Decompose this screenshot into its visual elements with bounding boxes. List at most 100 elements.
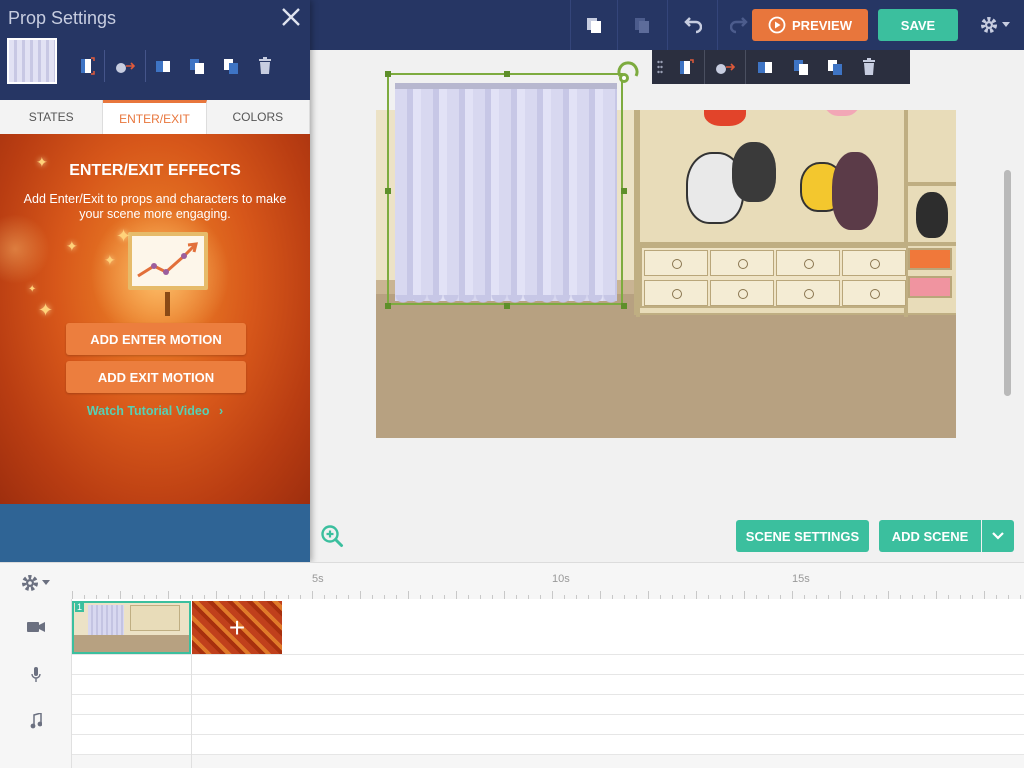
bring-forward-button[interactable] (784, 50, 818, 84)
swap-prop-button[interactable] (668, 50, 704, 84)
resize-handle[interactable] (385, 303, 391, 309)
add-motion-button[interactable] (105, 46, 145, 86)
plus-icon: + (228, 611, 246, 643)
add-scene-tile[interactable]: + (192, 601, 282, 654)
growth-chart-sign-illustration (128, 232, 208, 290)
resize-handle[interactable] (621, 188, 627, 194)
prop-thumbnail (7, 38, 57, 84)
scrollbar-thumb[interactable] (1004, 170, 1011, 396)
ruler-tick (648, 591, 649, 599)
toolbar-divider (570, 0, 571, 50)
flip-button[interactable] (746, 50, 784, 84)
bring-forward-button[interactable] (180, 46, 214, 86)
selected-curtain-prop[interactable] (385, 71, 627, 309)
copy-icon (587, 18, 601, 33)
ruler-tick (504, 591, 505, 599)
add-motion-button[interactable] (705, 50, 745, 84)
time-ruler[interactable]: 5s 10s 15s (72, 563, 1024, 599)
asset-library-edge (958, 50, 1024, 394)
layer-forward-icon (794, 60, 808, 75)
music-track[interactable] (72, 715, 1024, 735)
tab-enter-exit[interactable]: ENTER/EXIT (103, 100, 207, 134)
redo-icon (730, 17, 748, 34)
timeline-settings-button[interactable] (20, 573, 54, 593)
swap-icon (81, 57, 95, 75)
add-exit-motion-button[interactable]: ADD EXIT MOTION (66, 361, 246, 393)
save-button[interactable]: SAVE (878, 9, 958, 41)
music-note-icon (26, 711, 46, 731)
ruler-tick (840, 591, 841, 599)
floor (376, 294, 956, 438)
flip-icon (758, 62, 772, 73)
preview-label: PREVIEW (792, 17, 852, 33)
hanging-coat (832, 152, 878, 230)
scene-settings-button[interactable]: SCENE SETTINGS (736, 520, 869, 552)
watch-tutorial-link[interactable]: Watch Tutorial Video › (0, 404, 310, 418)
tick-label-10s: 10s (552, 573, 570, 585)
video-camera-icon (26, 617, 46, 637)
preview-button[interactable]: PREVIEW (752, 9, 868, 41)
add-enter-motion-button[interactable]: ADD ENTER MOTION (66, 323, 246, 355)
toolbar-divider (617, 0, 618, 50)
tab-colors[interactable]: COLORS (207, 100, 310, 134)
undo-button[interactable] (672, 0, 712, 50)
asset-scrollbar[interactable] (1004, 170, 1011, 396)
sparkle-icon: ✦ (36, 154, 48, 170)
drawer-cabinet (640, 246, 908, 308)
prop-settings-panel: Prop Settings STATES ENTER/EXIT COLORS E… (0, 0, 310, 562)
toolbar-divider (667, 0, 668, 50)
chevron-down-icon (992, 532, 1004, 540)
delete-prop-button[interactable] (248, 46, 282, 86)
copy-button[interactable] (574, 0, 614, 50)
undo-icon (684, 17, 702, 34)
music-track[interactable] (72, 695, 1024, 715)
ruler-tick (888, 591, 889, 599)
layer-backward-icon (828, 60, 842, 75)
ruler-tick (744, 591, 745, 599)
voice-track[interactable] (72, 675, 1024, 695)
pink-dress (822, 110, 862, 116)
resize-handle[interactable] (385, 188, 391, 194)
send-backward-button[interactable] (214, 46, 248, 86)
resize-handle[interactable] (504, 303, 510, 309)
tab-states[interactable]: STATES (0, 100, 104, 134)
ruler-tick (600, 591, 601, 599)
ruler-tick (168, 591, 169, 599)
play-circle-icon (768, 16, 786, 34)
motion-path-icon (716, 63, 736, 74)
add-scene-button[interactable]: ADD SCENE (879, 520, 981, 552)
rotate-icon[interactable] (614, 58, 642, 86)
voice-track[interactable] (72, 655, 1024, 675)
swap-prop-button[interactable] (70, 46, 104, 86)
tick-label-5s: 5s (312, 573, 324, 585)
resize-handle[interactable] (621, 303, 627, 309)
trash-icon (259, 57, 271, 74)
prop-quick-toolbar (652, 50, 910, 84)
add-scene-dropdown[interactable] (982, 520, 1014, 552)
resize-handle[interactable] (504, 71, 510, 77)
send-backward-button[interactable] (818, 50, 852, 84)
lamp-fire (704, 110, 746, 126)
sparkle-icon: ✦ (116, 226, 132, 246)
ruler-tick (936, 591, 937, 599)
black-dress (916, 192, 948, 238)
delete-prop-button[interactable] (852, 50, 886, 84)
scene-thumbnail[interactable]: 1 (72, 601, 191, 654)
drag-grip-icon[interactable] (652, 50, 668, 84)
resize-handle[interactable] (385, 71, 391, 77)
settings-menu-button[interactable] (972, 9, 1016, 41)
zoom-in-icon[interactable] (320, 524, 344, 548)
sparkle-icon: ✦ (66, 238, 78, 254)
folded-clothes-orange (908, 248, 952, 270)
timeline: 5s 10s 15s 1 + (0, 562, 1024, 768)
ruler-tick (312, 591, 313, 599)
music-track[interactable] (72, 735, 1024, 755)
gear-icon (22, 575, 38, 591)
flip-button[interactable] (146, 46, 180, 86)
close-icon[interactable] (280, 6, 302, 28)
ruler-tick (72, 591, 73, 599)
paste-button[interactable] (622, 0, 662, 50)
caret-down-icon (42, 580, 50, 585)
track-labels (0, 599, 72, 768)
sparkle-icon: ✦ (28, 284, 37, 295)
